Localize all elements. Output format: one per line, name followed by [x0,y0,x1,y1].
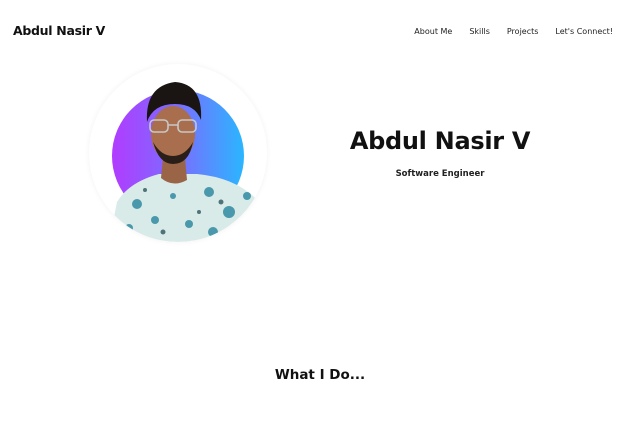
nav-link-skills[interactable]: Skills [469,27,490,36]
portfolio-page: Abdul Nasir V About Me Skills Projects L… [0,0,640,425]
main-nav: About Me Skills Projects Let's Connect! [397,27,613,36]
hero-role: Software Engineer [395,169,485,179]
nav-link-lets-connect[interactable]: Let's Connect! [555,27,613,36]
section-title-what-i-do: What I Do... [274,367,366,383]
nav-link-about-me[interactable]: About Me [414,27,452,36]
profile-avatar-illustration [109,82,267,242]
nav-link-projects[interactable]: Projects [507,27,539,36]
hero-name: Abdul Nasir V [349,127,531,155]
site-brand[interactable]: Abdul Nasir V [13,23,105,38]
profile-photo [89,64,267,242]
